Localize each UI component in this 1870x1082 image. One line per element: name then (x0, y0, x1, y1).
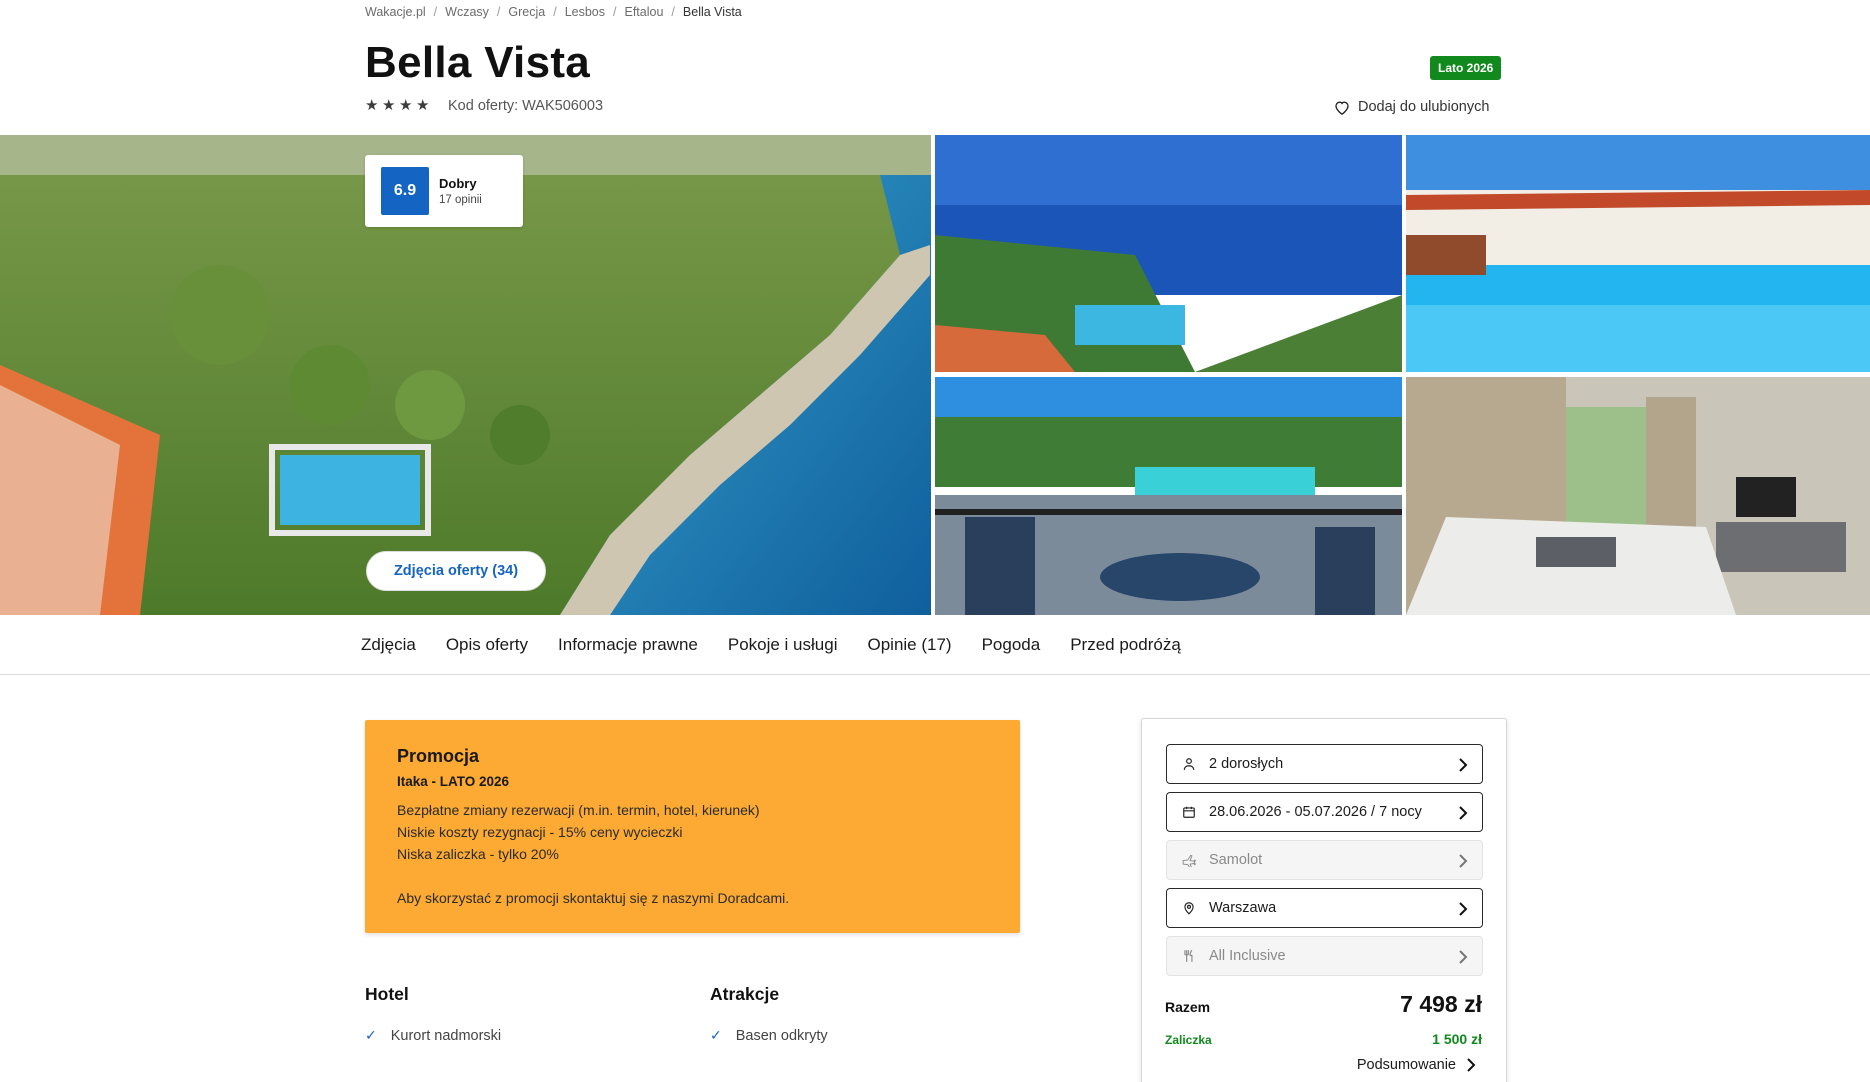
star-icon: ★ (382, 97, 396, 114)
deposit-label: Zaliczka (1165, 1033, 1212, 1047)
breadcrumb-item-grecja[interactable]: Grecja (508, 5, 545, 19)
breadcrumb-item-lesbos[interactable]: Lesbos (565, 5, 605, 19)
chevron-right-icon (1459, 854, 1468, 868)
cutlery-icon (1181, 948, 1197, 964)
hotel-meta: ★ ★ ★ ★ Kod oferty: WAK506003 (365, 98, 603, 114)
attraction-feature-label: Basen odkryty (735, 1027, 828, 1044)
departure-value: Warszawa (1209, 900, 1277, 916)
page-title: Bella Vista (365, 38, 591, 87)
hotel-feature-item: ✓ Kurort nadmorski (365, 1027, 501, 1044)
plane-icon (1181, 852, 1197, 868)
chevron-right-icon (1459, 758, 1468, 772)
total-label: Razem (1165, 999, 1211, 1015)
travellers-selector[interactable]: 2 dorosłych (1166, 744, 1483, 784)
transport-selector[interactable]: Samolot (1166, 840, 1483, 880)
rating-card[interactable]: 6.9 Dobry 17 opinii (365, 155, 523, 227)
tab-offer-description[interactable]: Opis oferty (446, 635, 528, 655)
dates-value: 28.06.2026 - 05.07.2026 / 7 nocy (1209, 804, 1422, 820)
photo-gallery: 6.9 Dobry 17 opinii Zdjęcia oferty (34) (0, 135, 1870, 615)
breadcrumb-separator: / (613, 5, 617, 19)
board-selector[interactable]: All Inclusive (1166, 936, 1483, 976)
section-tabs: Zdjęcia Opis oferty Informacje prawne Po… (0, 615, 1870, 675)
promo-box: Promocja Itaka - LATO 2026 Bezpłatne zmi… (365, 720, 1020, 933)
tab-reviews[interactable]: Opinie (17) (867, 635, 951, 655)
travellers-value: 2 dorosłych (1209, 756, 1284, 772)
season-badge: Lato 2026 (1430, 56, 1502, 80)
person-icon (1181, 756, 1197, 772)
chevron-right-icon (1459, 902, 1468, 916)
rating-label: Dobry (439, 176, 477, 191)
promo-line: Niska zaliczka - tylko 20% (397, 846, 559, 862)
tab-rooms-services[interactable]: Pokoje i usługi (728, 635, 838, 655)
breadcrumb: Wakacje.pl / Wczasy / Grecja / Lesbos / … (365, 5, 742, 19)
breadcrumb-separator: / (433, 5, 438, 19)
check-icon: ✓ (710, 1027, 722, 1043)
breadcrumb-separator: / (671, 5, 675, 19)
promo-subtitle: Itaka - LATO 2026 (397, 774, 510, 789)
dates-selector[interactable]: 28.06.2026 - 05.07.2026 / 7 nocy (1166, 792, 1483, 832)
star-icon: ★ (416, 97, 430, 114)
booking-panel: 2 dorosłych 28.06.2026 - 05.07.2026 / 7 … (1141, 718, 1507, 1082)
rating-score: 6.9 (381, 167, 429, 215)
hotel-stars: ★ ★ ★ ★ (365, 97, 430, 114)
hotel-section-title: Hotel (365, 984, 409, 1004)
gallery-photo-4[interactable] (935, 377, 1402, 615)
gallery-photo-3[interactable] (1406, 135, 1870, 372)
location-pin-icon (1181, 900, 1197, 916)
deposit-price: 1 500 zł (1432, 1031, 1482, 1047)
promo-title: Promocja (397, 746, 480, 766)
add-to-favorites-button[interactable]: Dodaj do ulubionych (1334, 99, 1489, 115)
tab-legal-info[interactable]: Informacje prawne (558, 635, 698, 655)
all-photos-button[interactable]: Zdjęcia oferty (34) (366, 551, 546, 591)
calendar-icon (1181, 804, 1197, 820)
promo-line: Niskie koszty rezygnacji - 15% ceny wyci… (397, 824, 683, 840)
rating-count: 17 opinii (439, 194, 482, 206)
summary-label: Podsumowanie (1356, 1057, 1456, 1073)
breadcrumb-item-eftalou[interactable]: Eftalou (625, 5, 664, 19)
tab-before-travel[interactable]: Przed podróżą (1070, 635, 1181, 655)
hotel-feature-label: Kurort nadmorski (390, 1027, 502, 1044)
breadcrumb-separator: / (496, 5, 501, 19)
summary-link[interactable]: Podsumowanie (1357, 1057, 1476, 1073)
chevron-right-icon (1459, 806, 1468, 820)
transport-value: Samolot (1209, 852, 1263, 868)
breadcrumb-separator: / (553, 5, 557, 19)
tab-photos[interactable]: Zdjęcia (361, 635, 416, 655)
attractions-section-title: Atrakcje (710, 984, 780, 1004)
board-value: All Inclusive (1209, 948, 1286, 964)
breadcrumb-item-wakacje[interactable]: Wakacje.pl (365, 5, 426, 19)
gallery-photo-5[interactable] (1406, 377, 1870, 615)
chevron-right-icon (1459, 950, 1468, 964)
chevron-right-icon (1467, 1058, 1476, 1072)
promo-note: Aby skorzystać z promocji skontaktuj się… (397, 890, 790, 906)
rating-text: Dobry 17 opinii (439, 176, 482, 206)
breadcrumb-item-wczasy[interactable]: Wczasy (445, 5, 489, 19)
check-icon: ✓ (365, 1027, 377, 1043)
total-price: 7 498 zł (1400, 991, 1482, 1017)
departure-selector[interactable]: Warszawa (1166, 888, 1483, 928)
offer-code: Kod oferty: WAK506003 (448, 98, 604, 114)
favorites-label: Dodaj do ulubionych (1358, 99, 1490, 115)
attraction-feature-item: ✓ Basen odkryty (710, 1027, 828, 1044)
star-icon: ★ (365, 97, 379, 114)
gallery-photo-2[interactable] (935, 135, 1402, 372)
breadcrumb-item-current: Bella Vista (682, 5, 742, 19)
star-icon: ★ (399, 97, 413, 114)
tab-weather[interactable]: Pogoda (982, 635, 1041, 655)
heart-icon (1335, 100, 1349, 115)
promo-line: Bezpłatne zmiany rezerwacji (m.in. termi… (397, 802, 760, 818)
